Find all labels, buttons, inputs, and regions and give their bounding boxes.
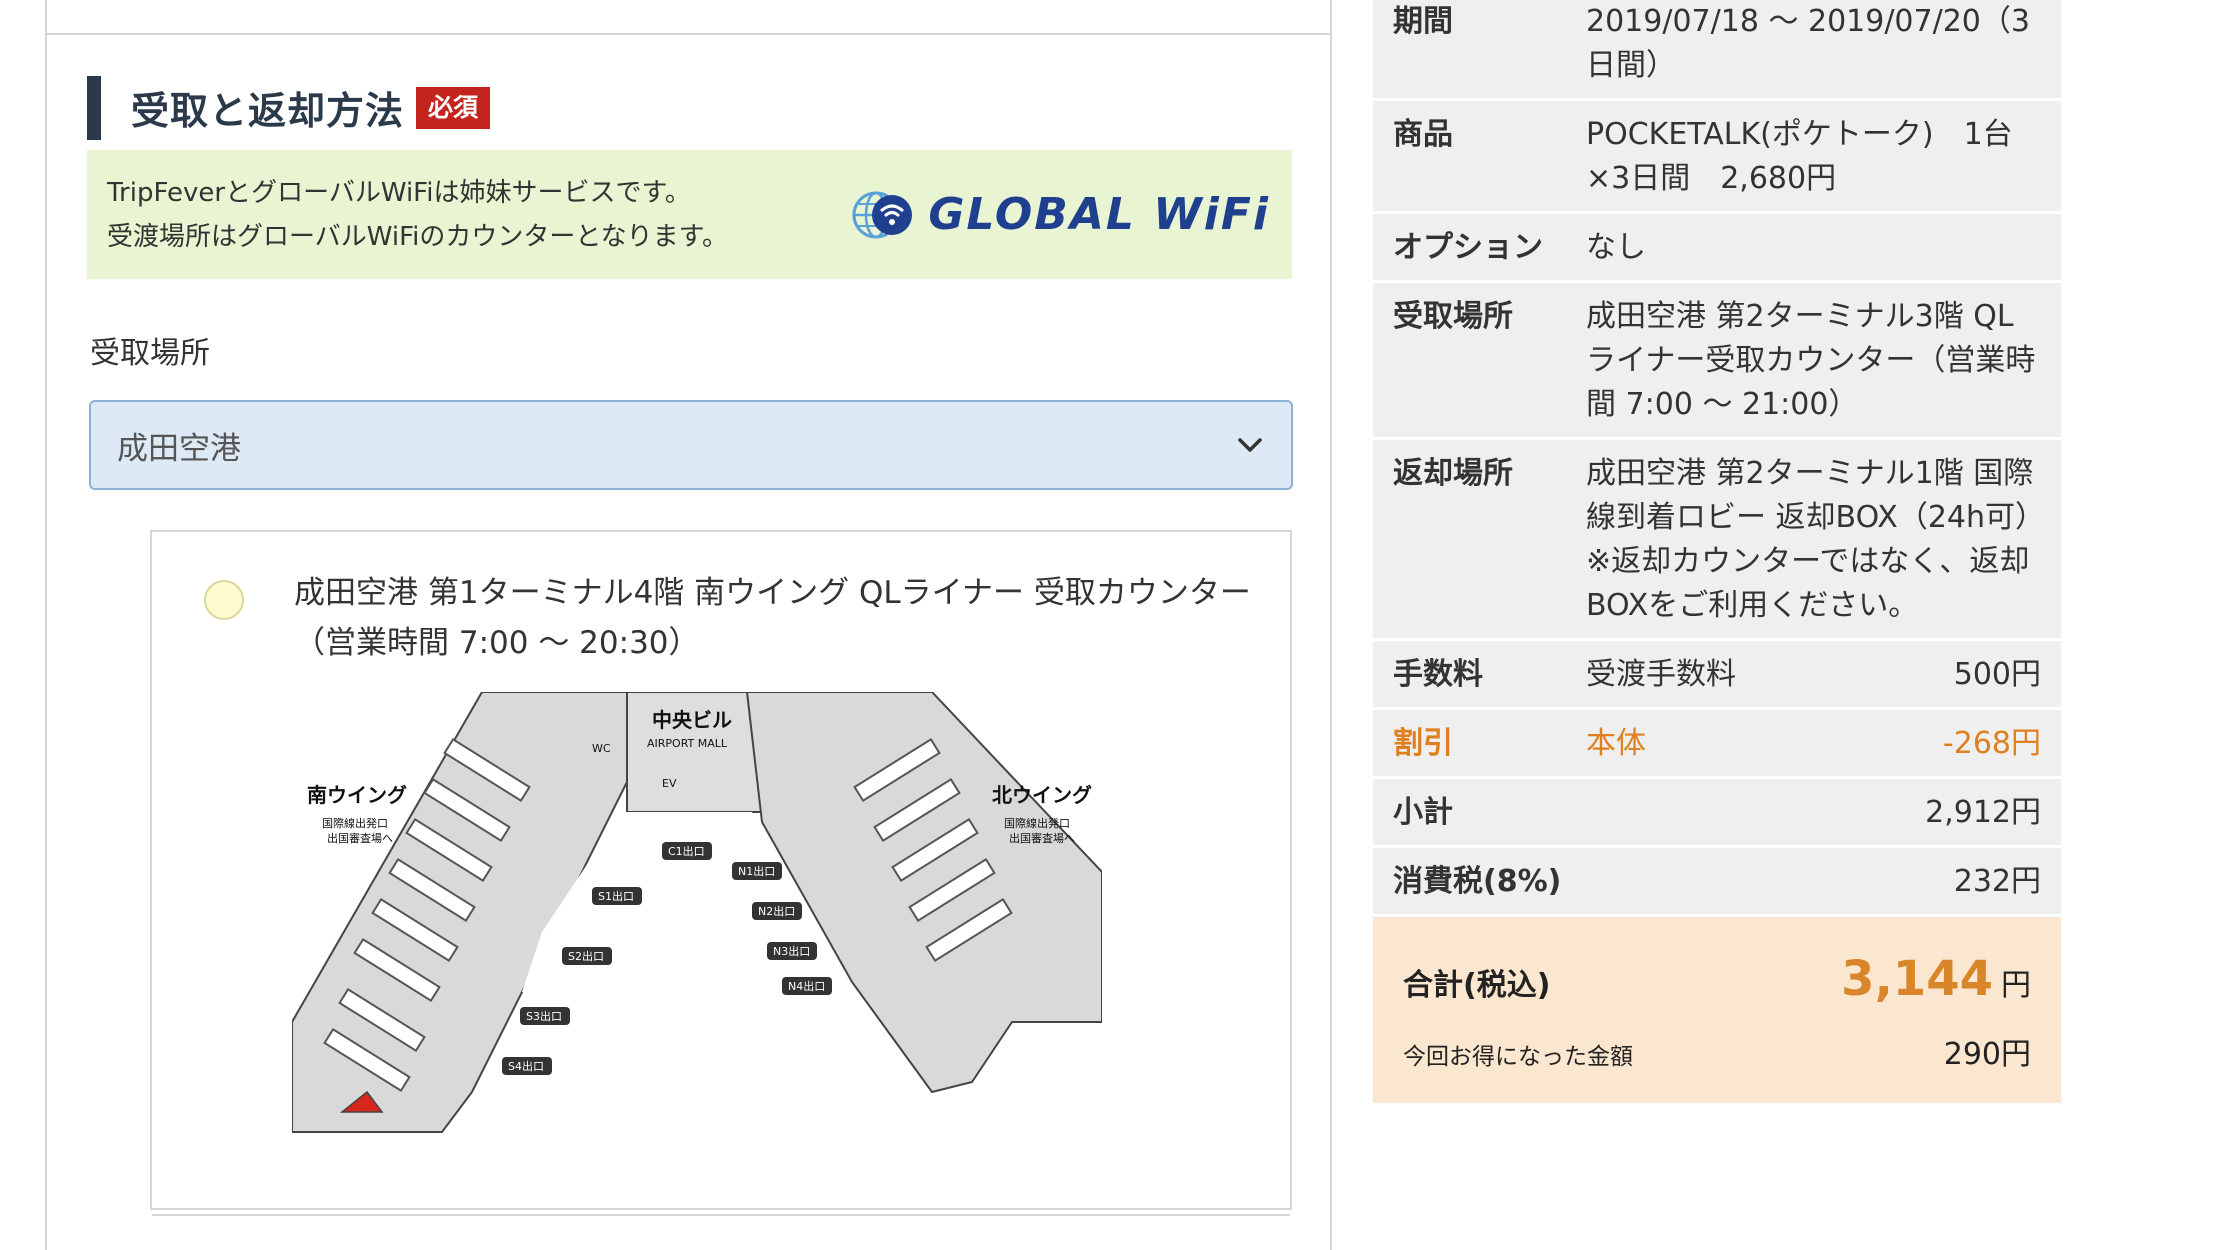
map-ev: EV [662,777,677,790]
summary-row-product: 商品 POCKETALK(ポケトーク) 1台×3日間 2,680円 [1373,101,2061,214]
map-label-north-wing: 北ウイング [992,783,1092,807]
map-exit-c1: C1出口 [668,844,705,858]
option-label: オプション [1393,230,1543,265]
summary-row-period: 期間 2019/07/18 〜 2019/07/20（3日間） [1373,0,2061,101]
option-divider [152,1214,1290,1216]
summary-row-discount: 割引 本体 -268円 [1373,710,2061,779]
discount-name: 本体 [1586,726,1646,761]
map-exit-s4: S4出口 [508,1059,544,1073]
savings-label: 今回お得になった金額 [1403,1044,1633,1070]
map-wc: WC [592,742,611,755]
summary-row-option: オプション なし [1373,214,2061,283]
discount-value: -268円 [1942,726,2041,761]
pickup-location-selected-value: 成田空港 [117,430,241,467]
top-divider [47,0,1330,35]
globe-wifi-icon [852,184,914,246]
period-value: 2019/07/18 〜 2019/07/20（3日間） [1586,4,2030,83]
map-exit-n4: N4出口 [788,979,825,993]
pickup-location-label: 受取場所 [90,336,210,371]
map-label-mall: AIRPORT MALL [647,737,728,750]
pickup-return-panel: 受取と返却方法 必須 TripFeverとグローバルWiFiは姉妹サービスです。… [45,0,1332,1250]
map-label-center: 中央ビル [652,708,732,732]
global-wifi-brand-text: GLOBAL WiFi [928,189,1270,240]
savings-line: 今回お得になった金額 290円 [1403,1029,2031,1073]
map-label-north-sub2: 出国審査場へ [1009,831,1075,845]
discount-detail: 本体 -268円 [1586,722,2041,766]
map-exit-n1: N1出口 [738,864,775,878]
product-value: POCKETALK(ポケトーク) 1台×3日間 2,680円 [1586,117,2013,196]
total-amount-wrap: 3,144 円 [1841,951,2031,1007]
subtotal-value: 2,912円 [1925,795,2041,830]
pickup-option-radio[interactable] [204,580,244,620]
map-exit-n2: N2出口 [758,904,795,918]
map-label-north-sub1: 国際線出発口 [1004,816,1070,830]
order-summary: 期間 2019/07/18 〜 2019/07/20（3日間） 商品 POCKE… [1373,0,2061,1103]
map-exit-s1: S1出口 [598,889,634,903]
terminal-map: 中央ビル AIRPORT MALL 南ウイング 国際線出発口 出国審査場へ 北ウ… [291,691,1103,1142]
summary-row-fee: 手数料 受渡手数料 500円 [1373,641,2061,710]
notice-line-1: TripFeverとグローバルWiFiは姉妹サービスです。 [107,177,691,208]
savings-value: 290円 [1943,1037,2031,1072]
pickup-option-text: 成田空港 第1ターミナル4階 南ウイング QLライナー 受取カウンター（営業時間… [294,575,1251,661]
subtotal-label: 小計 [1393,795,1453,830]
map-label-south-sub2: 出国審査場へ [327,831,393,845]
tax-label: 消費税(8%) [1393,864,1562,899]
map-exit-s2: S2出口 [568,949,604,963]
title-accent-bar [87,75,101,140]
notice-line-2: 受渡場所はグローバルWiFiのカウンターとなります。 [107,221,729,252]
summary-row-pickup: 受取場所 成田空港 第2ターミナル3階 QLライナー受取カウンター（営業時間 7… [1373,283,2061,440]
map-label-south-wing: 南ウイング [307,783,407,807]
summary-total: 合計(税込) 3,144 円 今回お得になった金額 290円 [1373,917,2061,1103]
notice-text: TripFeverとグローバルWiFiは姉妹サービスです。 受渡場所はグローバル… [107,171,728,259]
fee-label: 手数料 [1393,657,1483,692]
map-label-south-sub1: 国際線出発口 [322,816,388,830]
pickup-label: 受取場所 [1393,299,1513,334]
pickup-option-card[interactable]: 成田空港 第1ターミナル4階 南ウイング QLライナー 受取カウンター（営業時間… [150,530,1292,1216]
tax-value: 232円 [1953,864,2041,899]
product-label: 商品 [1393,117,1453,152]
summary-row-return: 返却場所 成田空港 第2ターミナル1階 国際線到着ロビー 返却BOX（24h可）… [1373,440,2061,641]
map-exit-s3: S3出口 [526,1009,562,1023]
chevron-down-icon [1235,430,1265,460]
fee-value: 500円 [1953,657,2041,692]
total-label: 合計(税込) [1403,968,1551,1003]
global-wifi-logo: GLOBAL WiFi [852,184,1270,246]
total-line: 合計(税込) 3,144 円 [1403,951,2031,1007]
fee-name: 受渡手数料 [1586,657,1736,692]
option-value: なし [1586,230,1646,265]
period-label: 期間 [1393,4,1453,39]
return-label: 返却場所 [1393,456,1513,491]
section-title-text: 受取と返却方法 [131,89,405,133]
summary-row-subtotal: 小計 2,912円 [1373,779,2061,848]
section-title: 受取と返却方法 必須 [87,75,491,140]
total-amount: 3,144 [1841,951,1993,1007]
pickup-value: 成田空港 第2ターミナル3階 QLライナー受取カウンター（営業時間 7:00 〜… [1586,299,2036,422]
total-unit: 円 [2001,968,2031,1003]
required-badge: 必須 [416,86,491,129]
map-exit-n3: N3出口 [773,944,810,958]
return-value: 成田空港 第2ターミナル1階 国際線到着ロビー 返却BOX（24h可）※返却カウ… [1586,456,2034,623]
fee-detail: 受渡手数料 500円 [1586,653,2041,697]
summary-row-tax: 消費税(8%) 232円 [1373,848,2061,917]
discount-label: 割引 [1393,726,1453,761]
sister-service-notice: TripFeverとグローバルWiFiは姉妹サービスです。 受渡場所はグローバル… [87,150,1292,279]
pickup-location-select[interactable]: 成田空港 [89,400,1293,490]
